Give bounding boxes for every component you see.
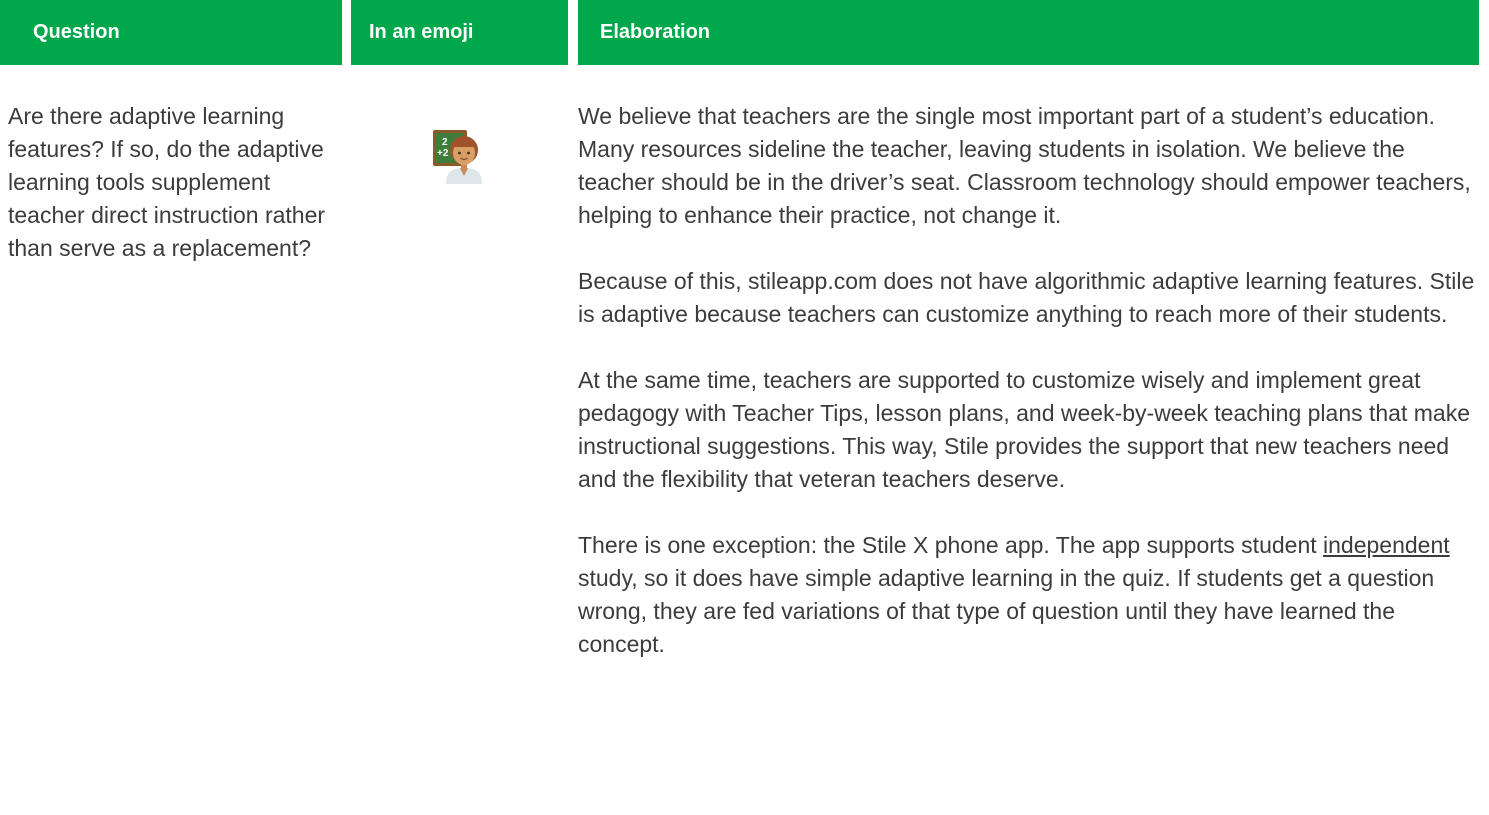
elaboration-paragraph-1: We believe that teachers are the single … (578, 103, 1471, 228)
question-cell: Are there adaptive learning features? If… (8, 103, 326, 261)
teacher-emoji-icon: 2 +2 (432, 128, 488, 184)
paragraph-4-text-before: There is one exception: the Stile X phon… (578, 532, 1324, 558)
elaboration-paragraph-3: At the same time, teachers are supported… (578, 367, 1470, 492)
chalkboard-text: 2 (442, 137, 448, 148)
paragraph-4-text-after: study, so it does have simple adaptive l… (578, 565, 1435, 657)
header-elaboration: Elaboration (578, 0, 1479, 65)
header-emoji: In an emoji (351, 0, 568, 65)
svg-text:+2: +2 (437, 148, 449, 159)
elaboration-paragraph-2: Because of this, stileapp.com does not h… (578, 268, 1475, 327)
table-header-row: Question In an emoji Elaboration (0, 0, 1479, 65)
elaboration-paragraph-4: There is one exception: the Stile X phon… (578, 529, 1478, 661)
header-question: Question (0, 0, 342, 65)
independent-link[interactable]: independent (1323, 532, 1450, 558)
elaboration-cell: We believe that teachers are the single … (578, 100, 1478, 694)
